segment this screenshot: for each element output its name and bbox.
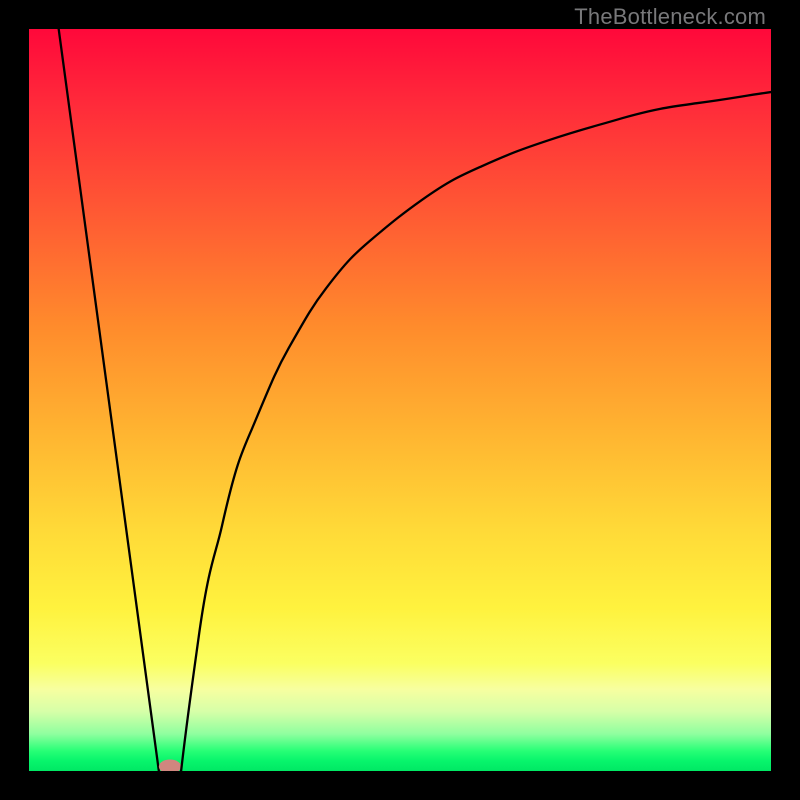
watermark-text: TheBottleneck.com [574,4,766,30]
chart-frame: TheBottleneck.com [0,0,800,800]
plot-area [29,29,771,771]
left-slope-line [59,29,159,771]
right-asymptote-curve [181,92,771,771]
bottleneck-curve [29,29,771,771]
trough-marker [159,759,181,771]
